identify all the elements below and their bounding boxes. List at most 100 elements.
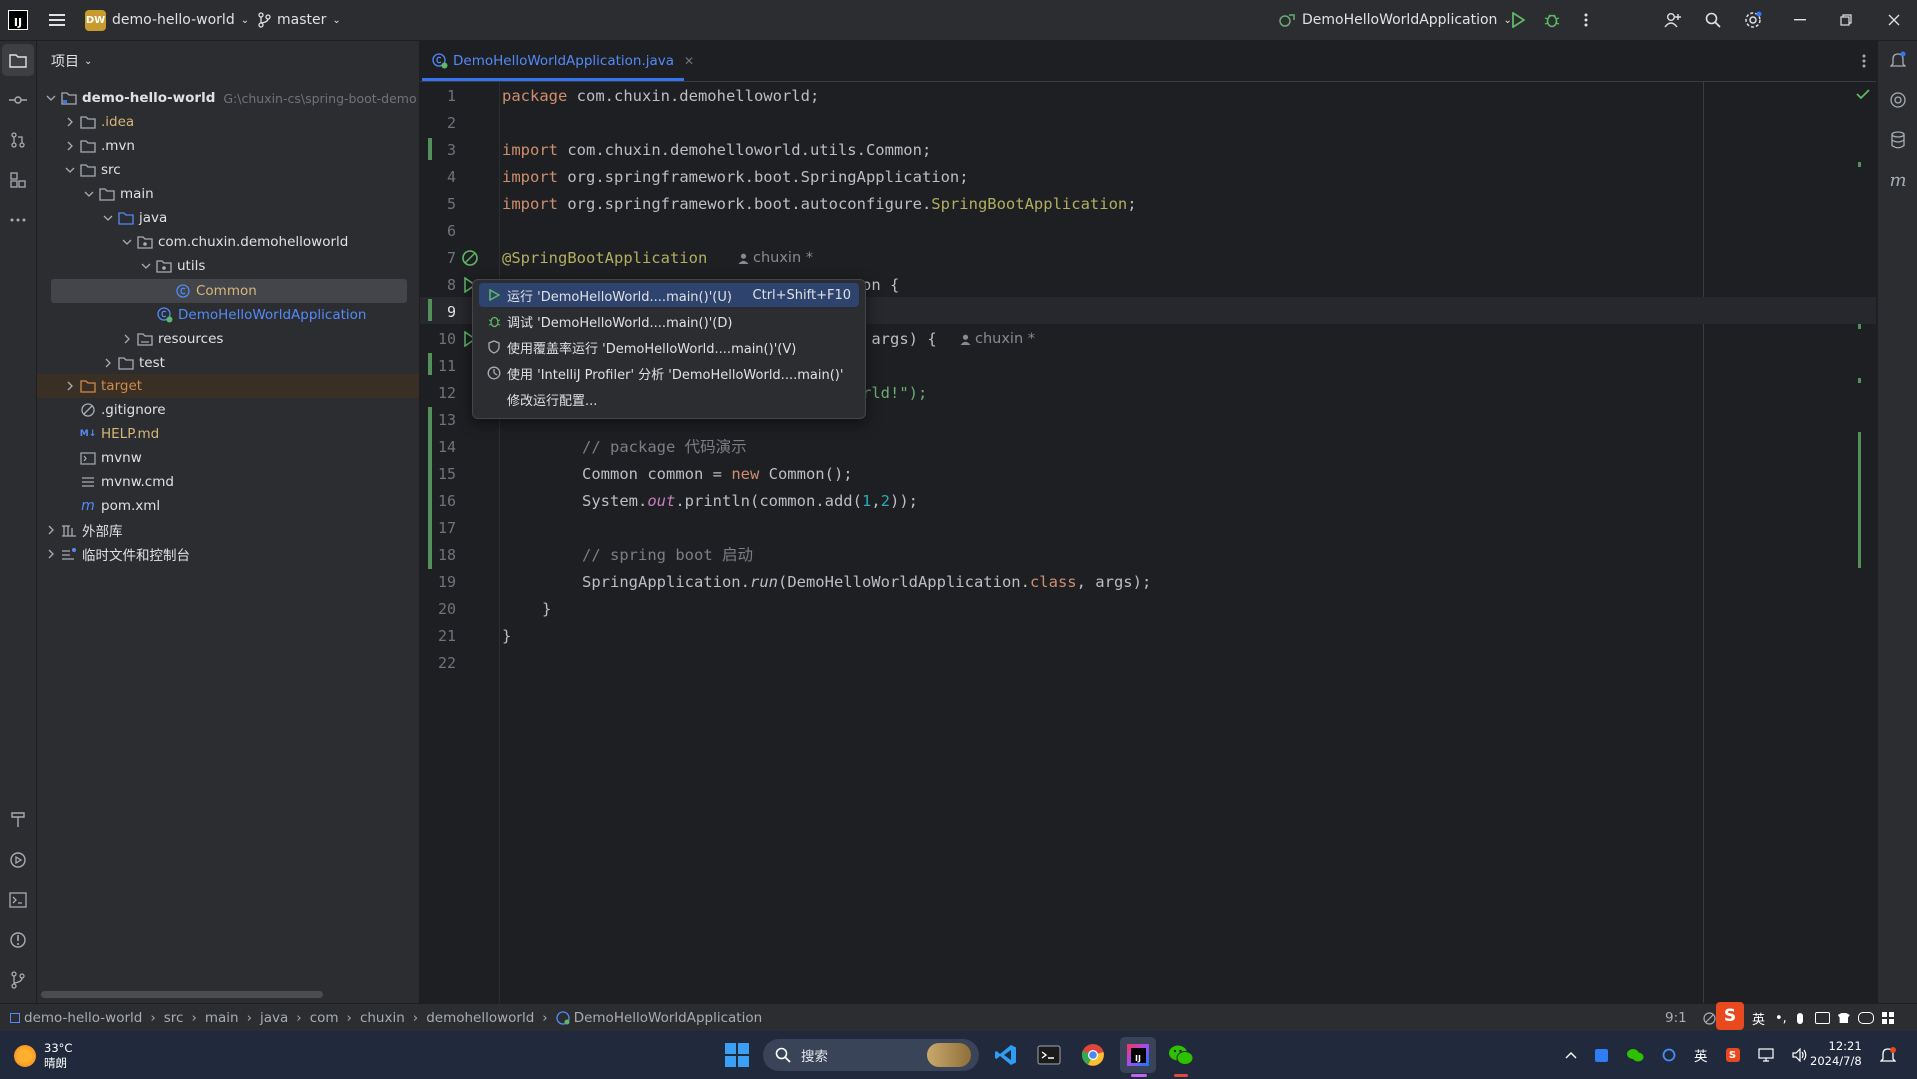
horizontal-scrollbar[interactable] — [41, 991, 323, 998]
search-icon[interactable] — [1697, 4, 1729, 36]
sogou-tray-icon[interactable]: S — [1725, 1048, 1740, 1062]
git-icon[interactable] — [2, 964, 34, 996]
ai-assistant-icon[interactable] — [1882, 84, 1914, 116]
menu-item-coverage[interactable]: 使用覆盖率运行 'DemoHelloWorld....main()'(V) — [479, 335, 859, 359]
author-inlay-hint[interactable]: chuxin * — [738, 250, 813, 266]
build-icon[interactable] — [2, 804, 34, 836]
tree-row-gitignore[interactable]: .gitignore — [37, 398, 462, 422]
tree-label: .gitignore — [101, 402, 166, 418]
token-text: on { — [862, 276, 900, 294]
wechat-taskbar-icon[interactable] — [1163, 1037, 1199, 1073]
menu-item-profiler[interactable]: 使用 'IntelliJ Profiler' 分析 'DemoHelloWorl… — [479, 361, 859, 385]
weather-widget[interactable]: 33°C 晴朗 — [14, 1041, 72, 1071]
toolbox-icon[interactable] — [1881, 1012, 1894, 1024]
menu-item-run[interactable]: 运行 'DemoHelloWorld....main()'(U) Ctrl+Sh… — [479, 283, 859, 307]
tree-row-mvnw[interactable]: mvnw — [37, 446, 462, 470]
project-panel-header[interactable]: 项目 ⌄ — [51, 41, 92, 81]
breadcrumb-item[interactable]: java — [260, 1010, 288, 1026]
project-switcher[interactable]: DW demo-hello-world ⌄ — [85, 0, 249, 40]
tree-row-external-libs[interactable]: 外部库 — [37, 518, 425, 542]
line-number: 1 — [446, 87, 456, 105]
author-inlay-hint[interactable]: chuxin * — [960, 331, 1035, 347]
input-language-indicator[interactable]: 英 — [1694, 1045, 1708, 1065]
menu-item-modify-config[interactable]: 修改运行配置... — [479, 387, 859, 411]
windows-start-icon[interactable] — [722, 1040, 752, 1070]
game-icon[interactable] — [1857, 1012, 1874, 1024]
tab-options-icon[interactable] — [1854, 45, 1874, 77]
browser-tray-icon[interactable] — [1662, 1048, 1676, 1062]
tree-row-root[interactable]: demo-hello-world G:\chuxin-cs\spring-boo… — [37, 86, 425, 110]
services-icon[interactable] — [2, 844, 34, 876]
tree-row-main[interactable]: main — [37, 182, 463, 206]
tree-row-scratches[interactable]: 临时文件和控制台 — [37, 542, 425, 566]
terminal-icon[interactable] — [2, 884, 34, 916]
project-tool-icon[interactable] — [2, 44, 34, 76]
tree-row-idea[interactable]: .idea — [37, 110, 444, 134]
menu-item-debug[interactable]: 调试 'DemoHelloWorld....main()'(D) — [479, 309, 859, 333]
token-text: } — [502, 627, 512, 645]
run-icon[interactable] — [1502, 4, 1534, 36]
notifications-icon[interactable] — [1882, 44, 1914, 76]
bluetooth-tray-icon[interactable] — [1595, 1048, 1608, 1062]
tree-row-mvnw-cmd[interactable]: mvnw.cmd — [37, 470, 462, 494]
breadcrumb-item[interactable]: com — [310, 1010, 339, 1026]
minimize-icon[interactable] — [1784, 4, 1816, 36]
chevron-up-icon[interactable] — [1565, 1051, 1577, 1059]
notification-bell-icon[interactable] — [1880, 1046, 1896, 1064]
clock[interactable]: 12:21 2024/7/8 — [1810, 1039, 1862, 1069]
restore-icon[interactable] — [1830, 4, 1862, 36]
maven-tool-icon[interactable]: m — [1882, 164, 1914, 196]
database-icon[interactable] — [1882, 124, 1914, 156]
readonly-toggle-icon[interactable] — [1703, 1004, 1716, 1032]
tree-row-src[interactable]: src — [37, 158, 444, 182]
skin-icon[interactable] — [1837, 1013, 1850, 1023]
breadcrumb-item[interactable]: chuxin — [360, 1010, 405, 1026]
more-actions-icon[interactable] — [1570, 4, 1602, 36]
microphone-icon[interactable] — [1796, 1012, 1803, 1024]
tree-row-target[interactable]: target — [37, 374, 444, 398]
ime-language[interactable]: 英 — [1752, 1009, 1765, 1028]
system-tray: 英 S — [1565, 1031, 1808, 1079]
network-icon[interactable] — [1757, 1048, 1774, 1062]
settings-icon[interactable] — [1737, 4, 1769, 36]
taskbar-search-box[interactable]: 搜索 — [763, 1039, 979, 1071]
tree-row-pom[interactable]: m pom.xml — [37, 494, 462, 518]
keyboard-icon[interactable] — [1814, 1012, 1830, 1024]
breadcrumb-item[interactable]: DemoHelloWorldApplication — [574, 1010, 762, 1026]
debug-icon[interactable] — [1536, 4, 1568, 36]
close-window-icon[interactable] — [1878, 4, 1910, 36]
main-menu-icon[interactable] — [41, 4, 73, 36]
pull-requests-icon[interactable] — [2, 124, 34, 156]
commit-icon[interactable] — [2, 84, 34, 116]
close-tab-icon[interactable]: ✕ — [684, 54, 694, 68]
terminal-taskbar-icon[interactable] — [1033, 1039, 1065, 1071]
volume-icon[interactable] — [1791, 1048, 1808, 1062]
tree-row-mvn[interactable]: .mvn — [37, 134, 444, 158]
token-text: args) { — [862, 330, 937, 348]
token-keyword: class — [1029, 573, 1077, 591]
vscode-taskbar-icon[interactable] — [990, 1039, 1022, 1071]
sogou-ime-icon[interactable]: S — [1716, 1002, 1744, 1030]
chrome-taskbar-icon[interactable] — [1077, 1039, 1109, 1071]
breadcrumb-item[interactable]: demo-hello-world — [24, 1010, 142, 1026]
wechat-tray-icon[interactable] — [1626, 1048, 1644, 1062]
breadcrumb-item[interactable]: main — [205, 1010, 239, 1026]
editor-tab-active[interactable]: DemoHelloWorldApplication.java ✕ — [432, 41, 694, 81]
add-user-icon[interactable] — [1657, 4, 1689, 36]
more-tools-icon[interactable] — [2, 204, 34, 236]
punctuation-icon[interactable]: •, — [1775, 1011, 1787, 1026]
intellij-taskbar-icon[interactable]: IJ — [1120, 1037, 1156, 1073]
no-problems-check-icon[interactable] — [1856, 88, 1870, 100]
intellij-logo[interactable]: IJ — [8, 0, 28, 40]
breadcrumb-item[interactable]: src — [164, 1010, 184, 1026]
run-config-selector[interactable]: DemoHelloWorldApplication ⌄ — [1278, 0, 1512, 40]
structure-icon[interactable] — [2, 164, 34, 196]
caret-position[interactable]: 9:1 — [1665, 1004, 1687, 1032]
search-highlight-image — [927, 1043, 971, 1067]
branch-switcher[interactable]: master ⌄ — [257, 0, 341, 40]
breadcrumb-item[interactable]: demohelloworld — [426, 1010, 534, 1026]
problems-icon[interactable] — [2, 924, 34, 956]
token-static-method: run — [749, 573, 778, 591]
spring-bean-gutter-icon[interactable] — [461, 249, 481, 269]
tree-row-help-md[interactable]: M↓ HELP.md — [37, 422, 462, 446]
